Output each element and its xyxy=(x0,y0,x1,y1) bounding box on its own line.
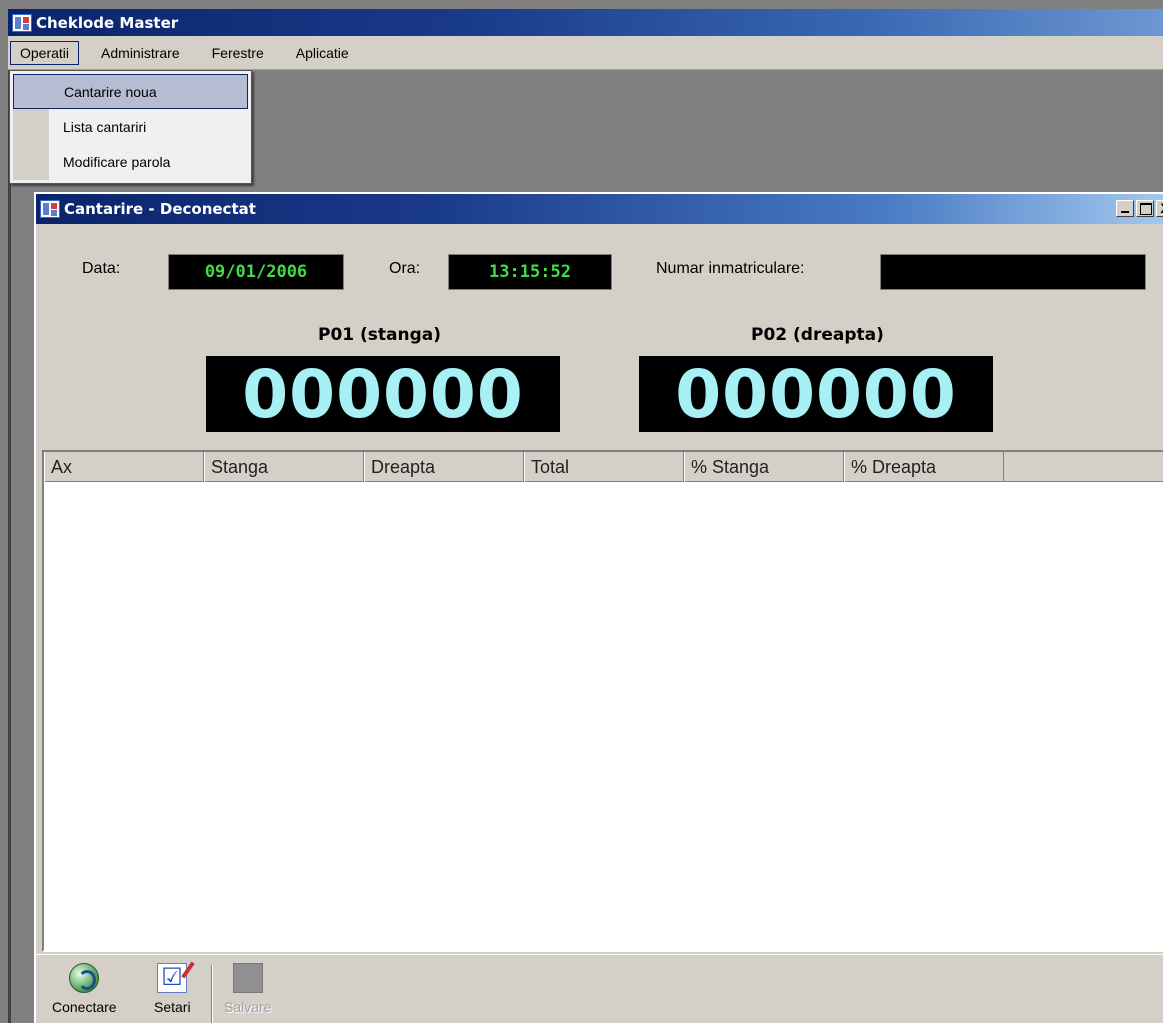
minimize-button[interactable] xyxy=(1116,200,1134,217)
toolbar: Conectare Setari Salvare xyxy=(36,954,1163,1023)
settings-icon xyxy=(157,963,188,993)
save-button[interactable]: Salvare xyxy=(224,963,271,1015)
scale-left-title: P01 (stanga) xyxy=(318,325,442,345)
toolbar-separator xyxy=(211,965,213,1023)
settings-button[interactable]: Setari xyxy=(154,963,191,1015)
scale-right-display: 000000 xyxy=(639,356,993,433)
connect-label: Conectare xyxy=(52,999,117,1015)
date-display: 09/01/2006 xyxy=(168,254,344,290)
column-header-pct-stanga[interactable]: % Stanga xyxy=(684,452,844,482)
maximize-button[interactable] xyxy=(1136,200,1154,217)
menubar: Operatii Administrare Ferestre Aplicatie xyxy=(8,36,1163,70)
date-label: Data: xyxy=(82,260,121,277)
plate-field[interactable] xyxy=(880,254,1146,290)
app-title: Cheklode Master xyxy=(36,13,179,32)
save-label: Salvare xyxy=(224,999,272,1015)
menu-ferestre[interactable]: Ferestre xyxy=(202,41,274,65)
menu-item-lista-cantariri[interactable]: Lista cantariri xyxy=(13,109,248,144)
save-icon xyxy=(232,963,263,993)
menu-administrare[interactable]: Administrare xyxy=(91,41,190,65)
operatii-dropdown: Cantarire noua Lista cantariri Modificar… xyxy=(9,70,252,184)
scale-left-display: 000000 xyxy=(206,356,560,433)
child-titlebar[interactable]: Cantarire - Deconectat X xyxy=(36,194,1163,224)
column-header-total[interactable]: Total xyxy=(524,452,684,482)
app-titlebar[interactable]: Cheklode Master xyxy=(8,9,1163,36)
app-icon xyxy=(12,13,32,32)
connect-button[interactable]: Conectare xyxy=(52,963,117,1015)
axle-grid[interactable]: Ax Stanga Dreapta Total % Stanga % Dreap… xyxy=(42,450,1163,952)
connect-icon xyxy=(69,963,100,993)
menu-item-cantarire-noua[interactable]: Cantarire noua xyxy=(13,74,248,109)
window-icon xyxy=(40,200,60,218)
grid-header: Ax Stanga Dreapta Total % Stanga % Dreap… xyxy=(44,452,1163,482)
menu-aplicatie[interactable]: Aplicatie xyxy=(286,41,359,65)
column-header-dreapta[interactable]: Dreapta xyxy=(364,452,524,482)
time-display: 13:15:52 xyxy=(448,254,612,290)
column-header-pct-dreapta[interactable]: % Dreapta xyxy=(844,452,1004,482)
mdi-border xyxy=(8,70,11,1023)
settings-label: Setari xyxy=(154,999,191,1015)
menu-item-modificare-parola[interactable]: Modificare parola xyxy=(13,144,248,179)
cantarire-window: Cantarire - Deconectat X Data: 09/01/200… xyxy=(34,192,1163,1023)
window-controls: X xyxy=(1114,200,1163,217)
column-header-stanga[interactable]: Stanga xyxy=(204,452,364,482)
time-label: Ora: xyxy=(389,260,421,277)
plate-label: Numar inmatriculare: xyxy=(656,260,805,277)
scale-right-title: P02 (dreapta) xyxy=(751,325,884,345)
column-header-ax[interactable]: Ax xyxy=(44,452,204,482)
close-button[interactable]: X xyxy=(1156,200,1163,217)
child-title: Cantarire - Deconectat xyxy=(64,200,256,218)
menu-operatii[interactable]: Operatii xyxy=(10,40,80,65)
